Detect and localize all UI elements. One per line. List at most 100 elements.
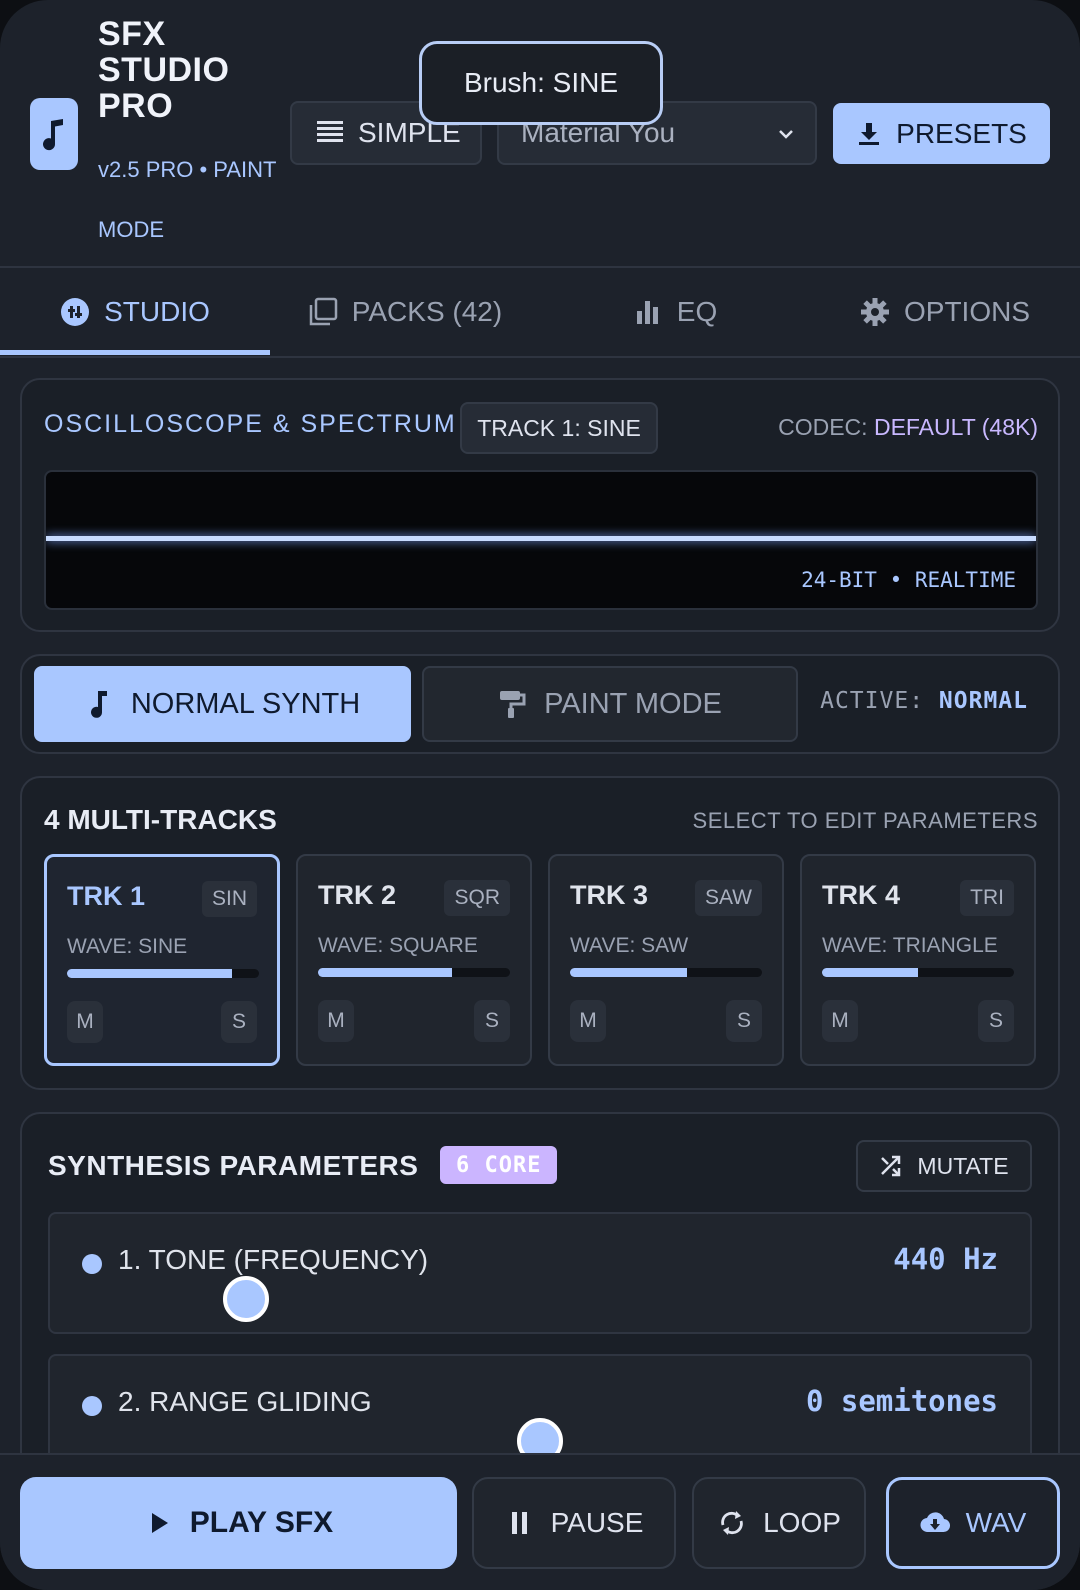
synthesis-card: SYNTHESIS PARAMETERS 6 CORE MUTATE 1. TO… — [20, 1112, 1060, 1512]
tab-studio[interactable]: STUDIO — [0, 268, 270, 356]
multitracks-hint: SELECT TO EDIT PARAMETERS — [692, 808, 1038, 833]
tab-label: OPTIONS — [903, 296, 1030, 327]
parameter-label: 1. TONE (FREQUENCY) — [118, 1244, 429, 1275]
paint-mode-label: PAINT MODE — [544, 687, 722, 720]
loop-button[interactable]: LOOP — [692, 1477, 866, 1569]
active-value: NORMAL — [938, 688, 1028, 714]
wav-export-button[interactable]: WAV — [886, 1477, 1060, 1569]
gear-icon — [860, 298, 889, 326]
play-sfx-button[interactable]: PLAY SFX — [20, 1477, 457, 1569]
track-name: TRK 4 — [822, 880, 901, 910]
active-label: ACTIVE: — [820, 688, 925, 714]
play-icon — [151, 1513, 168, 1533]
cloud-download-icon — [920, 1512, 950, 1533]
track-card[interactable]: TRK 1 SIN WAVE: SINE M S — [44, 854, 280, 1066]
track-level-fill — [318, 968, 453, 977]
parameter-value: 440 Hz — [893, 1242, 998, 1276]
chevron-down-icon — [779, 130, 793, 139]
track-card[interactable]: TRK 3 SAW WAVE: SAW M S — [548, 854, 784, 1066]
tab-options[interactable]: OPTIONS — [810, 268, 1080, 356]
active-mode-indicator: ACTIVE: NORMAL — [820, 688, 1028, 714]
track-chip: TRACK 1: SINE — [460, 402, 658, 454]
track-card[interactable]: TRK 2 SQR WAVE: SQUARE M S — [296, 854, 532, 1066]
list-icon — [317, 121, 343, 142]
studio-icon — [61, 298, 90, 326]
waveform-line — [46, 536, 1036, 541]
solo-button[interactable]: S — [978, 1000, 1014, 1042]
mute-button[interactable]: M — [67, 1001, 103, 1043]
parameter-label: 2. RANGE GLIDING — [118, 1386, 372, 1417]
header: SFX STUDIO PRO v2.5 PRO • PAINT MODE SIM… — [0, 0, 1080, 268]
track-level-bar[interactable] — [67, 969, 259, 978]
mute-button[interactable]: M — [570, 1000, 606, 1042]
presets-label: PRESETS — [896, 117, 1027, 149]
oscilloscope-card: OSCILLOSCOPE & SPECTRUM TRACK 1: SINE CO… — [20, 378, 1060, 632]
track-name: TRK 2 — [318, 880, 397, 910]
app-subtitle: v2.5 PRO • PAINT MODE — [98, 157, 277, 242]
track-level-fill — [67, 969, 233, 978]
music-note-icon — [90, 691, 107, 718]
app-window: SFX STUDIO PRO v2.5 PRO • PAINT MODE SIM… — [0, 0, 1080, 1590]
scope-status: 24-BIT • REALTIME — [801, 568, 1016, 592]
app-title: SFX STUDIO PRO — [98, 15, 230, 125]
solo-button[interactable]: S — [221, 1001, 257, 1043]
track-card[interactable]: TRK 4 TRI WAVE: TRIANGLE M S — [800, 854, 1036, 1066]
bar-chart-icon — [636, 301, 658, 324]
active-tab-indicator — [0, 350, 270, 355]
track-wave-badge: SAW — [694, 880, 762, 916]
normal-synth-button[interactable]: NORMAL SYNTH — [34, 666, 411, 742]
presets-button[interactable]: PRESETS — [833, 103, 1050, 164]
solo-button[interactable]: S — [474, 1000, 510, 1042]
track-wave: WAVE: SINE — [67, 935, 188, 958]
mute-button[interactable]: M — [318, 1000, 354, 1042]
track-wave-badge: TRI — [960, 880, 1014, 916]
shuffle-icon — [881, 1155, 901, 1177]
paint-mode-button[interactable]: PAINT MODE — [422, 666, 798, 742]
multitracks-title: 4 MULTI-TRACKS — [44, 804, 277, 835]
paint-roller-icon — [500, 691, 526, 718]
track-wave-badge: SIN — [201, 881, 257, 917]
download-icon — [859, 122, 880, 145]
parameter-row: 1. TONE (FREQUENCY) 440 Hz — [48, 1212, 1032, 1334]
track-level-fill — [570, 968, 688, 977]
tab-label: STUDIO — [104, 296, 210, 327]
normal-synth-label: NORMAL SYNTH — [130, 687, 361, 720]
play-label: PLAY SFX — [189, 1506, 334, 1539]
tab-bar: STUDIO PACKS (42) EQ OPTIONS — [0, 268, 1080, 358]
mode-card: NORMAL SYNTH PAINT MODE ACTIVE: NORMAL — [20, 654, 1060, 754]
music-note-icon — [43, 119, 63, 151]
wav-label: WAV — [965, 1507, 1027, 1538]
mute-button[interactable]: M — [822, 1000, 858, 1042]
multitracks-card: 4 MULTI-TRACKS SELECT TO EDIT PARAMETERS… — [20, 776, 1060, 1090]
packs-icon — [309, 297, 338, 326]
track-name: TRK 3 — [570, 880, 649, 910]
tab-label: PACKS (42) — [351, 296, 503, 327]
oscilloscope-display: 24-BIT • REALTIME — [44, 470, 1038, 610]
track-level-bar[interactable] — [822, 968, 1014, 977]
tab-eq[interactable]: EQ — [540, 268, 810, 356]
track-level-bar[interactable] — [318, 968, 510, 977]
parameter-indicator — [82, 1396, 102, 1416]
mutate-label: MUTATE — [917, 1152, 1009, 1179]
codec-label: CODEC: — [778, 414, 868, 440]
parameter-slider-thumb[interactable] — [223, 1276, 269, 1322]
pause-label: PAUSE — [550, 1507, 644, 1538]
tab-label: EQ — [676, 296, 718, 327]
parameter-value: 0 semitones — [805, 1384, 998, 1418]
track-wave-badge: SQR — [444, 880, 510, 916]
solo-button[interactable]: S — [726, 1000, 762, 1042]
pause-button[interactable]: PAUSE — [472, 1477, 676, 1569]
track-level-fill — [822, 968, 918, 977]
loop-label: LOOP — [763, 1507, 841, 1538]
core-badge: 6 CORE — [440, 1146, 558, 1184]
mutate-button[interactable]: MUTATE — [856, 1140, 1032, 1192]
track-level-bar[interactable] — [570, 968, 762, 977]
codec-value: DEFAULT (48K) — [873, 414, 1038, 440]
oscilloscope-title: OSCILLOSCOPE & SPECTRUM — [44, 410, 457, 438]
track-wave: WAVE: SQUARE — [318, 934, 478, 957]
loop-icon — [721, 1511, 743, 1535]
synthesis-title: SYNTHESIS PARAMETERS — [48, 1150, 419, 1181]
tab-packs[interactable]: PACKS (42) — [270, 268, 540, 356]
parameter-indicator — [82, 1254, 102, 1274]
logo — [30, 98, 78, 170]
